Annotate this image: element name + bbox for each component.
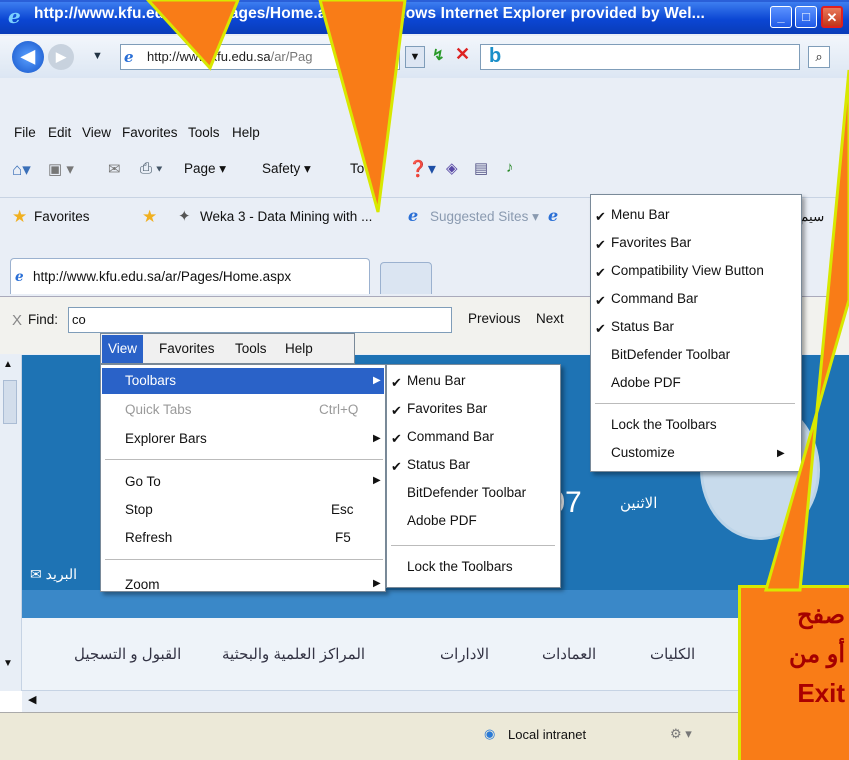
arrow-pointer-address (145, 0, 240, 71)
annotation-arrows (145, 0, 849, 592)
arrow-pointer-close (764, 69, 849, 592)
arrow-pointer-commandbar (318, 0, 407, 213)
